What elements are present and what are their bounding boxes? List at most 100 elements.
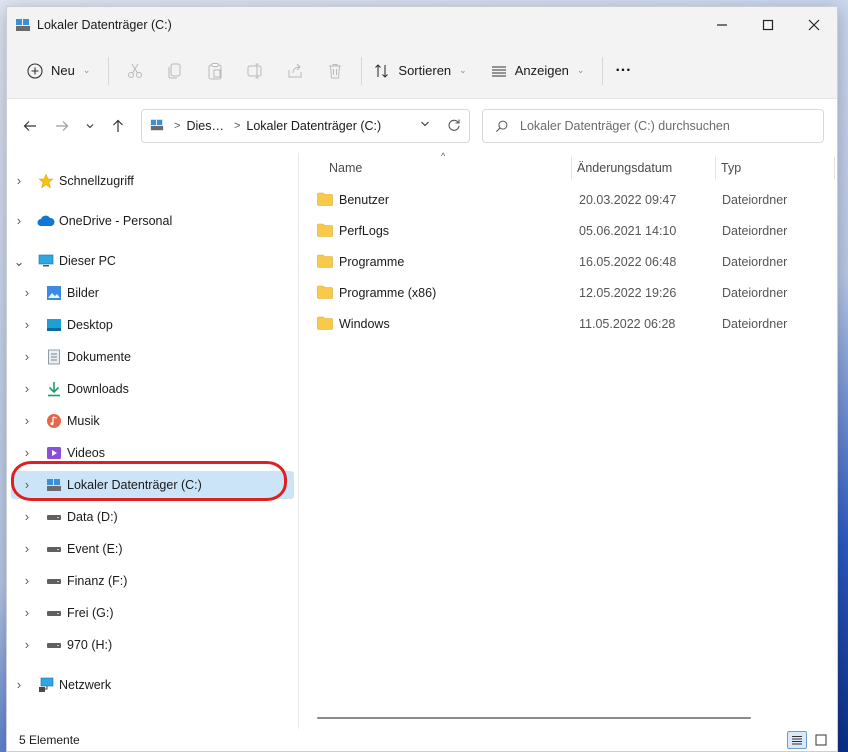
chevron-right-icon[interactable]: › (19, 638, 35, 652)
chevron-right-icon[interactable]: › (19, 606, 35, 620)
chevron-right-icon[interactable]: › (19, 574, 35, 588)
chevron-right-icon[interactable]: › (11, 214, 27, 228)
sidebar-item-desktop[interactable]: › Desktop (11, 311, 294, 339)
chevron-right-icon[interactable]: › (19, 446, 35, 460)
network-icon (37, 676, 55, 694)
star-icon (37, 172, 55, 190)
chevron-down-icon: ⌄ (82, 65, 91, 75)
copy-button[interactable] (155, 54, 195, 88)
breadcrumb-current-folder[interactable]: Lokaler Datenträger (C:) (246, 119, 381, 133)
back-button[interactable] (15, 111, 45, 141)
address-history-button[interactable] (419, 118, 431, 133)
recent-locations-button[interactable] (79, 111, 101, 141)
paste-button[interactable] (195, 54, 235, 88)
column-resize-handle[interactable] (571, 157, 572, 179)
share-button[interactable] (275, 54, 315, 88)
maximize-button[interactable] (745, 7, 791, 43)
more-options-button[interactable]: ··· (609, 54, 637, 88)
sidebar-item-970-h[interactable]: › 970 (H:) (11, 631, 294, 659)
chevron-right-icon[interactable]: › (19, 318, 35, 332)
drive-icon (45, 572, 63, 590)
copy-icon (168, 63, 181, 78)
share-icon (288, 63, 302, 77)
sidebar-item-data-d[interactable]: › Data (D:) (11, 503, 294, 531)
chevron-right-icon[interactable]: › (11, 678, 27, 692)
drive-icon (45, 636, 63, 654)
view-toggle-group (783, 731, 831, 749)
view-button[interactable]: Anzeigen ⌄ (485, 54, 591, 88)
horizontal-scrollbar[interactable] (317, 717, 751, 719)
chevron-right-icon[interactable]: › (19, 414, 35, 428)
breadcrumb-dieser-pc[interactable]: Dies… (186, 119, 224, 133)
view-list-icon (491, 65, 506, 77)
sidebar-item-event-e[interactable]: › Event (E:) (11, 535, 294, 563)
rename-button[interactable] (235, 54, 275, 88)
chevron-right-icon[interactable]: › (19, 382, 35, 396)
chevron-down-icon[interactable]: ⌄ (11, 254, 27, 269)
sidebar-item-label: Bilder (67, 286, 99, 300)
sidebar-item-schnellzugriff[interactable]: › Schnellzugriff (11, 167, 294, 195)
toolbar-separator (361, 56, 363, 85)
chevron-right-icon[interactable]: › (19, 286, 35, 300)
sidebar-item-videos[interactable]: › Videos (11, 439, 294, 467)
folder-icon (317, 316, 333, 330)
sidebar-item-dieser-pc[interactable]: ⌄ Dieser PC (11, 247, 294, 275)
minimize-button[interactable] (699, 7, 745, 43)
column-header-name[interactable]: Name (329, 161, 362, 175)
sidebar-item-onedrive[interactable]: › OneDrive - Personal (11, 207, 294, 235)
sidebar-item-bilder[interactable]: › Bilder (11, 279, 294, 307)
search-placeholder: Lokaler Datenträger (C:) durchsuchen (520, 119, 730, 133)
navigation-pane: › Schnellzugriff › OneDrive - Personal ⌄… (7, 153, 298, 729)
address-bar[interactable]: > Dies… > Lokaler Datenträger (C:) (141, 109, 470, 143)
title-bar[interactable]: Lokaler Datenträger (C:) (7, 7, 837, 43)
sidebar-item-downloads[interactable]: › Downloads (11, 375, 294, 403)
new-button[interactable]: Neu ⌄ (21, 54, 96, 88)
up-button[interactable] (103, 111, 133, 141)
cut-button[interactable] (115, 54, 155, 88)
chevron-right-icon[interactable]: › (11, 174, 27, 188)
sidebar-item-label: Lokaler Datenträger (C:) (67, 478, 202, 492)
table-row[interactable]: Benutzer 20.03.2022 09:47 Dateiordner (309, 186, 831, 214)
search-input[interactable]: Lokaler Datenträger (C:) durchsuchen (482, 109, 824, 143)
chevron-right-icon[interactable]: › (19, 478, 35, 492)
sidebar-item-finanz-f[interactable]: › Finanz (F:) (11, 567, 294, 595)
file-type: Dateiordner (722, 317, 788, 331)
tiles-view-button[interactable] (811, 731, 831, 749)
table-row[interactable]: PerfLogs 05.06.2021 14:10 Dateiordner (309, 217, 831, 245)
column-resize-handle[interactable] (715, 157, 716, 179)
sidebar-item-netzwerk[interactable]: › Netzwerk (11, 671, 294, 699)
column-header-date[interactable]: Änderungsdatum (577, 161, 672, 175)
sidebar-item-lokaler-datentraeger-c[interactable]: › Lokaler Datenträger (C:) (11, 471, 294, 499)
file-list: ^ Name Änderungsdatum Typ Benutzer 20.03… (299, 151, 837, 729)
table-row[interactable]: Windows 11.05.2022 06:28 Dateiordner (309, 310, 831, 338)
sidebar-item-musik[interactable]: › Musik (11, 407, 294, 435)
forward-button[interactable] (47, 111, 77, 141)
table-row[interactable]: Programme 16.05.2022 06:48 Dateiordner (309, 248, 831, 276)
chevron-right-icon[interactable]: › (19, 350, 35, 364)
folder-icon (317, 192, 333, 206)
details-view-icon (792, 736, 802, 745)
chevron-right-icon[interactable]: › (19, 510, 35, 524)
sidebar-item-label: Videos (67, 446, 105, 460)
details-view-button[interactable] (787, 731, 807, 749)
file-date: 12.05.2022 19:26 (579, 286, 677, 300)
monitor-icon (37, 252, 55, 270)
breadcrumb-separator-icon: > (233, 120, 241, 132)
column-header-type[interactable]: Typ (721, 161, 741, 175)
file-date: 16.05.2022 06:48 (579, 255, 677, 269)
sort-button[interactable]: Sortieren ⌄ (368, 54, 472, 88)
refresh-button[interactable] (447, 118, 461, 135)
delete-button[interactable] (315, 54, 355, 88)
main-content: › Schnellzugriff › OneDrive - Personal ⌄… (7, 151, 837, 729)
column-resize-handle[interactable] (834, 157, 835, 179)
sidebar-item-label: Desktop (67, 318, 113, 332)
sidebar-item-dokumente[interactable]: › Dokumente (11, 343, 294, 371)
sidebar-item-frei-g[interactable]: › Frei (G:) (11, 599, 294, 627)
close-button[interactable] (791, 7, 837, 43)
chevron-right-icon[interactable]: › (19, 542, 35, 556)
address-row: > Dies… > Lokaler Datenträger (C:) Lokal… (7, 99, 837, 153)
table-row[interactable]: Programme (x86) 12.05.2022 19:26 Dateior… (309, 279, 831, 307)
sort-ascending-icon: ^ (441, 151, 446, 161)
chevron-down-icon (421, 121, 429, 127)
arrow-left-icon (23, 121, 36, 131)
